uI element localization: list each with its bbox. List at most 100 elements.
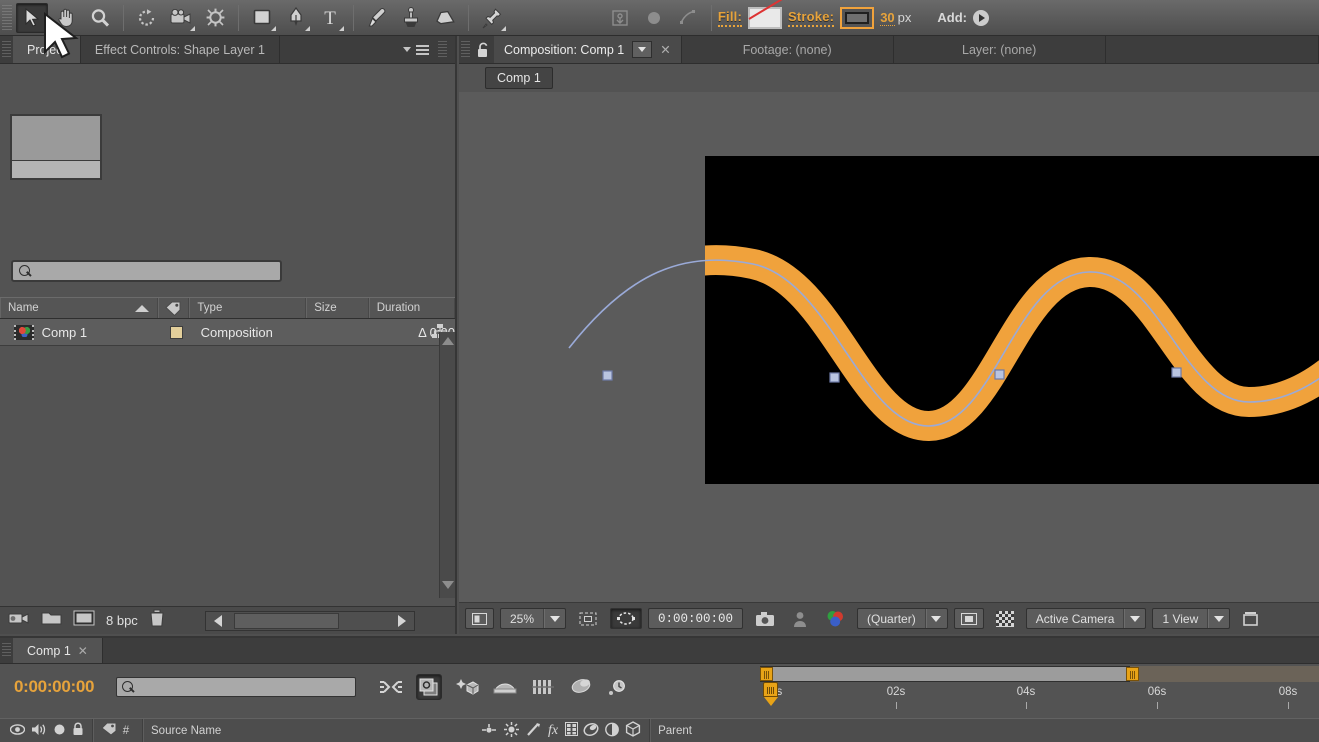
rectangle-shape-tool[interactable] <box>246 3 278 33</box>
work-area-start-handle[interactable] <box>760 667 773 681</box>
frame-blend-icon[interactable] <box>565 722 578 739</box>
sort-ascending-icon[interactable] <box>135 305 149 312</box>
toolbar-grip[interactable] <box>2 5 12 31</box>
magnification-chevron[interactable] <box>543 609 565 628</box>
show-snapshot-icon[interactable] <box>787 608 813 629</box>
selection-tool[interactable] <box>16 3 48 33</box>
brainstorm-icon[interactable] <box>568 674 594 700</box>
project-search-input[interactable] <box>11 260 282 282</box>
always-preview-icon[interactable] <box>465 608 494 629</box>
pan-behind-tool[interactable] <box>199 3 231 33</box>
show-channel-icon[interactable] <box>819 608 851 629</box>
scroll-right-arrow[interactable] <box>398 615 406 627</box>
delete-icon[interactable] <box>149 609 165 632</box>
fill-swatch[interactable] <box>748 7 782 29</box>
scroll-left-arrow[interactable] <box>214 615 222 627</box>
paintbrush-tool[interactable] <box>361 3 393 33</box>
graph-editor-icon[interactable] <box>606 674 632 700</box>
lock-icon[interactable] <box>72 722 84 739</box>
region-of-interest-icon[interactable] <box>954 608 984 629</box>
pixel-aspect-correction-icon[interactable] <box>1236 608 1265 629</box>
subtab-comp-1[interactable]: Comp 1 <box>485 67 553 89</box>
tab-layer-viewer[interactable]: Layer: (none) <box>894 36 1106 63</box>
puppet-pin-tool[interactable] <box>476 3 508 33</box>
draft-3d-icon[interactable] <box>416 674 442 700</box>
stroke-width-value[interactable]: 30 <box>880 10 894 26</box>
current-time-display[interactable]: 0:00:00:00 <box>648 608 743 629</box>
zoom-tool[interactable] <box>84 3 116 33</box>
color-depth-label[interactable]: 8 bpc <box>106 613 138 628</box>
column-header-type[interactable]: Type <box>189 298 306 318</box>
work-area-bar[interactable] <box>760 666 1319 682</box>
sphere-icon[interactable] <box>638 3 670 33</box>
column-header-name[interactable]: Name <box>0 298 158 318</box>
source-name-header[interactable]: Source Name <box>151 725 481 737</box>
timeline-search-input[interactable] <box>116 677 356 697</box>
project-horizontal-scrollbar[interactable] <box>205 611 415 631</box>
column-header-label[interactable] <box>158 298 190 318</box>
type-tool[interactable]: T <box>314 3 346 33</box>
new-folder-icon[interactable] <box>41 610 62 631</box>
motion-blur-icon[interactable] <box>530 674 556 700</box>
column-header-duration[interactable]: Duration <box>369 298 455 318</box>
tab-timeline-comp-1[interactable]: Comp 1 ✕ <box>13 638 103 663</box>
scroll-down-arrow[interactable] <box>442 581 454 589</box>
composition-dropdown-button[interactable] <box>632 41 652 58</box>
tab-effect-controls[interactable]: Effect Controls: Shape Layer 1 <box>81 36 280 63</box>
column-header-size[interactable]: Size <box>306 298 368 318</box>
mask-feather-icon[interactable] <box>672 3 704 33</box>
composition-canvas[interactable] <box>459 92 1319 602</box>
camera-view-dropdown[interactable]: Active Camera <box>1026 608 1147 629</box>
scroll-up-arrow[interactable] <box>442 337 454 345</box>
hscroll-thumb[interactable] <box>234 613 339 629</box>
transparency-grid-icon[interactable] <box>990 608 1020 629</box>
table-row[interactable]: Comp 1 Composition Δ 0:00 <box>0 319 455 346</box>
current-time-indicator[interactable] <box>763 682 778 708</box>
stroke-label[interactable]: Stroke: <box>788 9 834 27</box>
work-area-range[interactable] <box>760 666 1130 682</box>
panel-grip[interactable] <box>2 41 11 58</box>
adjustment-layer-icon[interactable] <box>604 722 620 740</box>
snapshot-camera-icon[interactable] <box>749 608 781 629</box>
collapse-transformations-icon[interactable] <box>504 722 519 740</box>
new-composition-icon[interactable] <box>73 610 95 631</box>
parent-column-header[interactable]: Parent <box>658 725 692 737</box>
timeline-ruler[interactable]: 00s 02s 04s 06s 08s <box>757 664 1319 710</box>
anchor-box-icon[interactable] <box>604 3 636 33</box>
camera-view-chevron[interactable] <box>1123 609 1145 628</box>
toggle-mask-paths-icon[interactable] <box>610 608 642 629</box>
timeline-current-time[interactable]: 0:00:00:00 <box>14 677 94 697</box>
viewer-panel-grip[interactable] <box>461 41 470 58</box>
close-icon[interactable]: ✕ <box>660 42 670 57</box>
layer-number-header[interactable]: # <box>118 725 134 737</box>
label-tag-icon[interactable] <box>101 722 118 739</box>
timeline-panel-grip[interactable] <box>2 643 11 658</box>
3d-layer-icon[interactable] <box>625 721 641 740</box>
fill-label[interactable]: Fill: <box>718 9 742 27</box>
shy-icon[interactable] <box>481 723 497 739</box>
project-panel-menu[interactable] <box>395 36 455 63</box>
label-color-chip[interactable] <box>170 326 183 339</box>
hand-tool[interactable] <box>50 3 82 33</box>
clone-stamp-tool[interactable] <box>395 3 427 33</box>
composition-mini-flowchart-icon[interactable] <box>378 674 404 700</box>
rotation-tool[interactable] <box>131 3 163 33</box>
tab-project[interactable]: Project <box>13 36 81 63</box>
resolution-chevron[interactable] <box>925 609 947 628</box>
pen-tool[interactable] <box>280 3 312 33</box>
hide-shy-layers-icon[interactable] <box>454 674 480 700</box>
stroke-swatch[interactable] <box>840 7 874 29</box>
eraser-tool[interactable] <box>429 3 461 33</box>
lock-viewer-icon[interactable] <box>472 36 494 63</box>
camera-tool[interactable] <box>165 3 197 33</box>
magnification-dropdown[interactable]: 25% <box>500 608 566 629</box>
tab-composition-viewer[interactable]: Composition: Comp 1 ✕ <box>494 36 682 63</box>
quality-icon[interactable] <box>526 722 541 740</box>
resolution-dropdown[interactable]: (Quarter) <box>857 608 948 629</box>
motion-blur-switch-icon[interactable] <box>583 722 599 740</box>
view-layout-chevron[interactable] <box>1207 609 1229 628</box>
frame-blending-icon[interactable] <box>492 674 518 700</box>
close-icon[interactable]: ✕ <box>78 644 88 658</box>
tab-footage-viewer[interactable]: Footage: (none) <box>682 36 894 63</box>
new-footage-icon[interactable] <box>8 610 30 631</box>
